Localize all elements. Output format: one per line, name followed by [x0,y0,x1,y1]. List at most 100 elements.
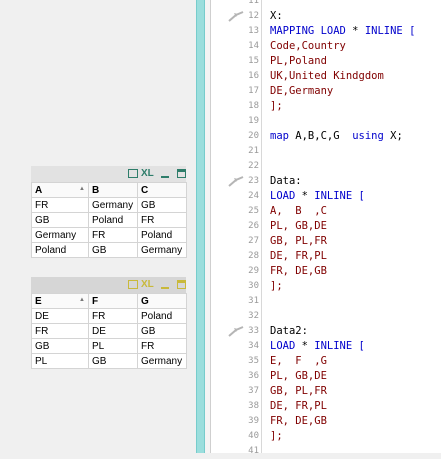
code-line[interactable]: 11 [211,0,441,9]
code-line[interactable]: 25 A, B ,C [211,204,441,219]
line-number: 22 [248,161,259,171]
send-to-excel-icon[interactable]: XL [141,278,154,291]
code-line[interactable]: 17 DE,Germany [211,84,441,99]
code-text: PL, GB,DE [270,219,327,234]
code-line[interactable]: 19 [211,114,441,129]
table-cell[interactable]: Germany [31,227,89,243]
code-line[interactable]: 40]; [211,429,441,444]
table-cell[interactable]: FR [137,338,187,354]
code-line[interactable]: 20 map A,B,C,G using X; [211,129,441,144]
table-row[interactable]: GB Poland FR [31,212,187,228]
table-row[interactable]: PL GB Germany [31,353,187,369]
code-token: FR, DE,GB [270,415,327,427]
code-line[interactable]: 32 [211,309,441,324]
code-line[interactable]: 33 Data2: [211,324,441,339]
code-line[interactable]: 26 PL, GB,DE [211,219,441,234]
pane-splitter[interactable] [196,0,205,453]
table-box-efg[interactable]: XL E ▲ F G DE FR Poland FR DE GB GB PL FR PL GB German… [31,277,187,369]
code-text: DE, FR,PL [270,399,327,414]
line-number: 31 [248,296,259,306]
table-cell[interactable]: Germany [137,353,187,369]
code-line[interactable]: 28 DE, FR,PL [211,249,441,264]
table-cell[interactable]: GB [31,212,89,228]
column-header[interactable]: E ▲ [31,293,89,309]
code-token: LOAD [270,190,296,202]
code-line[interactable]: 35 E, F ,G [211,354,441,369]
code-token: X; [383,130,403,142]
table-row[interactable]: FR DE GB [31,323,187,339]
table-cell[interactable]: GB [137,323,187,339]
table-box-caption[interactable]: XL [31,166,186,182]
table-cell[interactable]: FR [31,323,89,339]
minimize-icon[interactable] [161,176,169,178]
column-header-label: E [35,295,42,307]
table-cell[interactable]: Poland [31,242,89,258]
send-to-excel-icon[interactable]: XL [141,167,154,180]
line-number: 20 [248,131,259,141]
code-line[interactable]: 23 Data: [211,174,441,189]
code-token: Code,Country [270,40,346,52]
table-cell[interactable]: Poland [88,212,138,228]
table-row[interactable]: FR Germany GB [31,197,187,213]
table-row[interactable]: Germany FR Poland [31,227,187,243]
code-line[interactable]: 37 GB, PL,FR [211,384,441,399]
table-cell[interactable]: GB [88,353,138,369]
code-line[interactable]: 22 [211,159,441,174]
line-number: 29 [248,266,259,276]
table-cell[interactable]: FR [88,227,138,243]
column-header[interactable]: B [88,182,138,198]
code-line[interactable]: 15 PL,Poland [211,54,441,69]
column-header[interactable]: G [137,293,187,309]
line-number: 37 [248,386,259,396]
table-cell[interactable]: PL [31,353,89,369]
table-cell[interactable]: PL [88,338,138,354]
code-line[interactable]: 16 UK,United Kindgdom [211,69,441,84]
code-line[interactable]: 38 DE, FR,PL [211,399,441,414]
table-cell[interactable]: GB [31,338,89,354]
code-line[interactable]: 41 [211,444,441,459]
table-cell[interactable]: Poland [137,227,187,243]
script-editor[interactable]: 11 12 X: 13 MAPPING LOAD * INLINE [14 Code,Co… [211,0,441,456]
code-line[interactable]: 31 [211,294,441,309]
column-header-label: F [92,295,99,307]
code-line[interactable]: 34 LOAD * INLINE [ [211,339,441,354]
code-line[interactable]: 39 FR, DE,GB [211,414,441,429]
code-line[interactable]: 18]; [211,99,441,114]
table-cell[interactable]: DE [31,308,89,324]
print-icon[interactable] [128,280,138,289]
print-icon[interactable] [128,169,138,178]
maximize-icon[interactable] [177,169,186,178]
table-row[interactable]: DE FR Poland [31,308,187,324]
code-token: Data2: [270,325,308,337]
column-header[interactable]: A ▲ [31,182,89,198]
code-text: MAPPING LOAD * INLINE [ [270,24,415,39]
code-line[interactable]: 27 GB, PL,FR [211,234,441,249]
code-line[interactable]: 12 X: [211,9,441,24]
column-header[interactable]: F [88,293,138,309]
table-cell[interactable]: Poland [137,308,187,324]
line-number: 33 [248,326,259,336]
code-line[interactable]: 30]; [211,279,441,294]
maximize-icon[interactable] [177,280,186,289]
code-line[interactable]: 24 LOAD * INLINE [ [211,189,441,204]
code-line[interactable]: 21 [211,144,441,159]
code-text: E, F ,G [270,354,327,369]
code-line[interactable]: 29 FR, DE,GB [211,264,441,279]
table-cell[interactable]: FR [31,197,89,213]
table-cell[interactable]: Germany [137,242,187,258]
code-line[interactable]: 36 PL, GB,DE [211,369,441,384]
column-header[interactable]: C [137,182,187,198]
code-line[interactable]: 14 Code,Country [211,39,441,54]
table-cell[interactable]: DE [88,323,138,339]
table-box-caption[interactable]: XL [31,277,186,293]
table-cell[interactable]: GB [137,197,187,213]
table-cell[interactable]: Germany [88,197,138,213]
table-cell[interactable]: GB [88,242,138,258]
minimize-icon[interactable] [161,287,169,289]
table-box-abc[interactable]: XL A ▲ B C FR Germany GB GB Poland FR Germany FR Po… [31,166,187,258]
table-cell[interactable]: FR [88,308,138,324]
table-cell[interactable]: FR [137,212,187,228]
code-line[interactable]: 13 MAPPING LOAD * INLINE [ [211,24,441,39]
table-row[interactable]: Poland GB Germany [31,242,187,258]
table-row[interactable]: GB PL FR [31,338,187,354]
